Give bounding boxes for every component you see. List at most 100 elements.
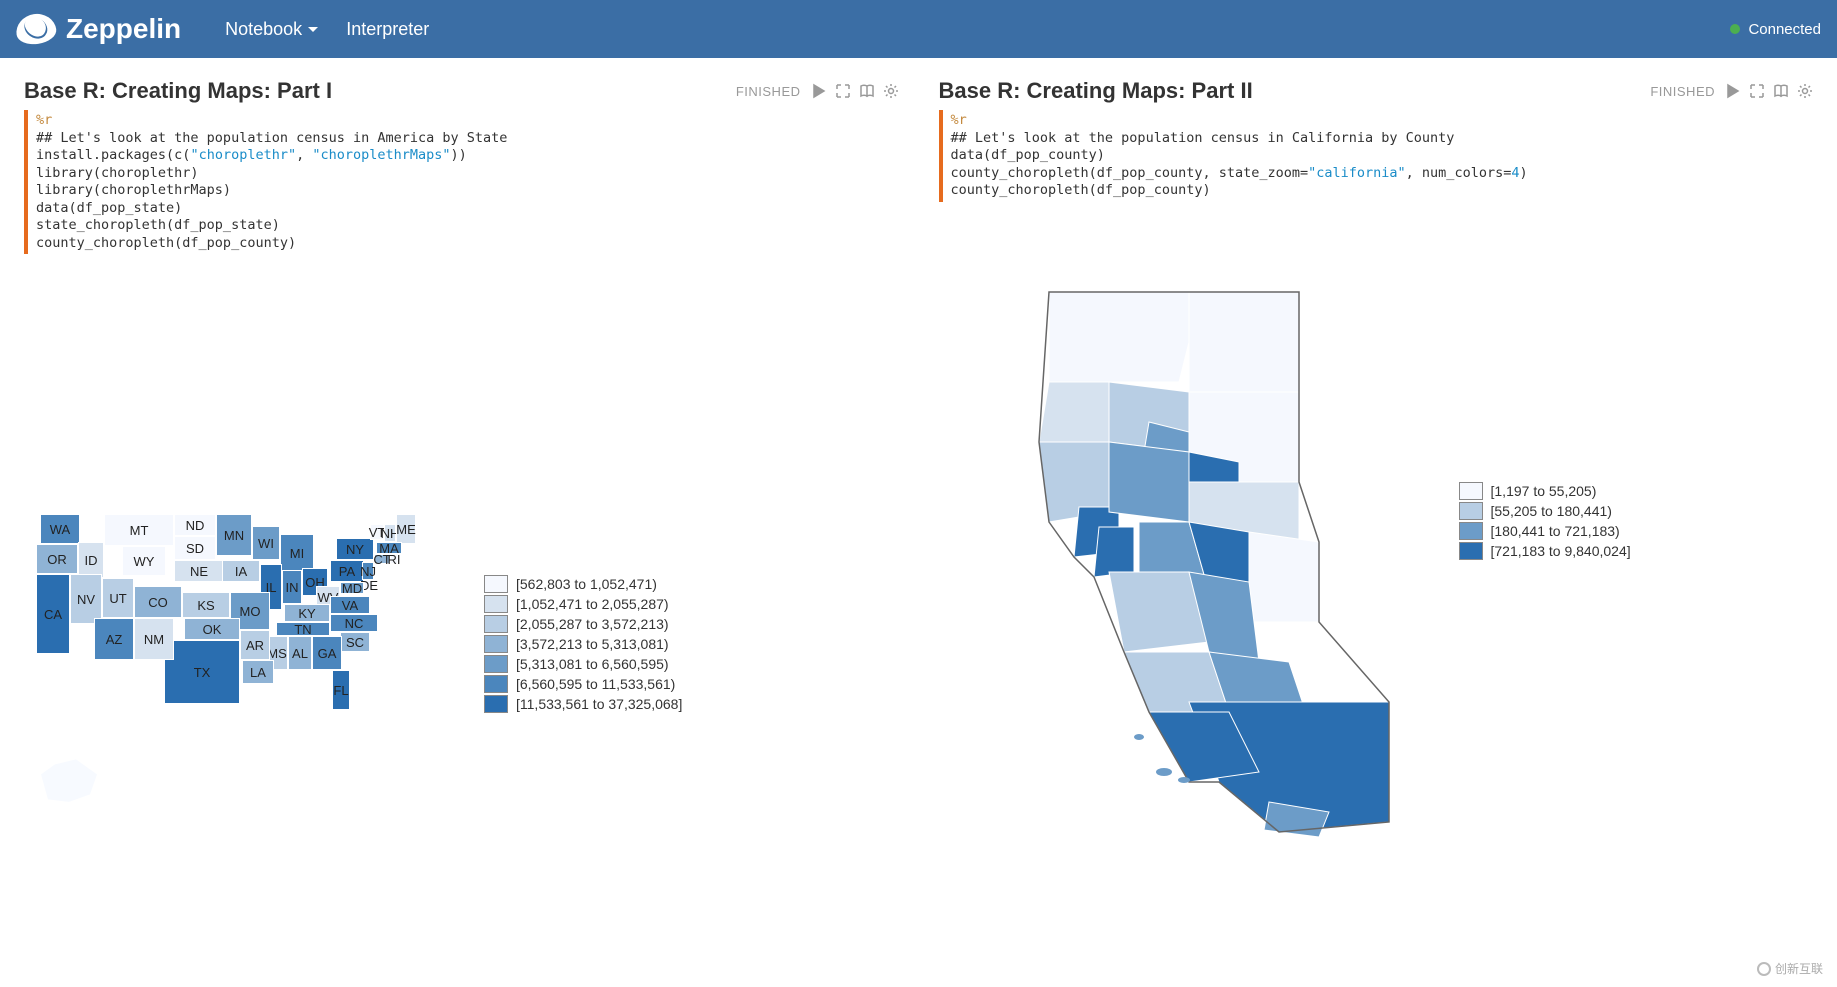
legend-swatch	[1459, 542, 1483, 560]
legend-swatch	[484, 695, 508, 713]
state-ky: KY	[284, 604, 330, 622]
legend-swatch	[484, 655, 508, 673]
paragraph-title: Base R: Creating Maps: Part II	[939, 78, 1651, 104]
code-block[interactable]: %r ## Let's look at the population censu…	[24, 110, 899, 254]
gear-icon[interactable]	[883, 83, 899, 99]
state-in: IN	[282, 570, 302, 604]
legend-label: [6,560,595 to 11,533,561)	[516, 676, 675, 692]
legend-label: [721,183 to 9,840,024]	[1491, 543, 1631, 559]
legend-label: [2,055,287 to 3,572,213)	[516, 616, 669, 632]
connection-label: Connected	[1748, 21, 1821, 38]
california-map	[949, 282, 1429, 842]
state-tn: TN	[276, 622, 330, 636]
legend-swatch	[484, 595, 508, 613]
legend-label: [1,197 to 55,205)	[1491, 483, 1597, 499]
state-wy: WY	[122, 546, 166, 576]
state-co: CO	[134, 586, 182, 618]
expand-icon[interactable]	[835, 83, 851, 99]
state-nd: ND	[174, 514, 216, 536]
paragraph-status: FINISHED	[736, 84, 801, 99]
state-wa: WA	[40, 514, 80, 544]
legend-row: [1,197 to 55,205)	[1459, 482, 1631, 500]
state-ny: NY	[336, 538, 374, 560]
watermark-text: 创新互联	[1775, 960, 1823, 977]
state-ne: NE	[174, 560, 224, 582]
watermark: 创新互联	[1751, 958, 1829, 979]
state-wi: WI	[252, 526, 280, 560]
status-dot-icon	[1730, 24, 1740, 34]
state-mi: MI	[280, 534, 314, 572]
expand-icon[interactable]	[1749, 83, 1765, 99]
legend-row: [55,205 to 180,441)	[1459, 502, 1631, 520]
legend-label: [1,052,471 to 2,055,287)	[516, 596, 669, 612]
state-tx: TX	[164, 640, 240, 704]
nav-notebook[interactable]: Notebook	[211, 9, 332, 50]
us-map: WAORIDMTWYNDSDNEMNIAWIMIILINOHPANYVTNHME…	[34, 514, 464, 774]
legend-row: [6,560,595 to 11,533,561)	[484, 675, 682, 693]
legend-label: [5,313,081 to 6,560,595)	[516, 656, 669, 672]
state-nc: NC	[330, 614, 378, 632]
state-or: OR	[36, 544, 78, 574]
legend-row: [11,533,561 to 37,325,068]	[484, 695, 682, 713]
california-svg	[949, 282, 1429, 842]
run-icon[interactable]	[1725, 83, 1741, 99]
connection-status: Connected	[1730, 21, 1821, 38]
legend-swatch	[1459, 502, 1483, 520]
legend-row: [2,055,287 to 3,572,213)	[484, 615, 682, 633]
state-va: VA	[330, 596, 370, 614]
brand-logo[interactable]: Zeppelin	[16, 13, 181, 45]
state-nm: NM	[134, 618, 174, 660]
state-ga: GA	[312, 636, 342, 670]
caret-down-icon	[308, 27, 318, 32]
brand-text: Zeppelin	[66, 13, 181, 45]
state-la: LA	[242, 660, 274, 684]
state-mn: MN	[216, 514, 252, 556]
code-block[interactable]: %r ## Let's look at the population censu…	[939, 110, 1814, 202]
legend-label: [3,572,213 to 5,313,081)	[516, 636, 669, 652]
legend-label: [562,803 to 1,052,471)	[516, 576, 657, 592]
run-icon[interactable]	[811, 83, 827, 99]
legend-label: [180,441 to 721,183)	[1491, 523, 1620, 539]
state-ri: RI	[390, 554, 398, 564]
state-ca: CA	[36, 574, 70, 654]
state-az: AZ	[94, 618, 134, 660]
navbar: Zeppelin Notebook Interpreter Connected	[0, 0, 1837, 58]
legend-row: [1,052,471 to 2,055,287)	[484, 595, 682, 613]
legend-row: [180,441 to 721,183)	[1459, 522, 1631, 540]
legend-swatch	[1459, 522, 1483, 540]
legend-swatch	[484, 675, 508, 693]
legend-label: [11,533,561 to 37,325,068]	[516, 696, 682, 712]
state-pa: PA	[330, 560, 364, 582]
zeppelin-icon	[14, 11, 58, 46]
nav-interpreter[interactable]: Interpreter	[332, 9, 443, 50]
paragraph-status: FINISHED	[1650, 84, 1715, 99]
state-ut: UT	[102, 578, 134, 618]
legend-row: [5,313,081 to 6,560,595)	[484, 655, 682, 673]
watermark-icon	[1757, 962, 1771, 976]
us-map-chart: WAORIDMTWYNDSDNEMNIAWIMIILINOHPANYVTNHME…	[24, 274, 899, 774]
nav-notebook-label: Notebook	[225, 19, 302, 40]
paragraph-part2: Base R: Creating Maps: Part II FINISHED …	[923, 70, 1830, 850]
state-ar: AR	[240, 630, 270, 660]
state-sd: SD	[174, 536, 216, 560]
state-nh: NH	[384, 524, 396, 542]
state-me: ME	[396, 514, 416, 544]
book-icon[interactable]	[1773, 83, 1789, 99]
legend-swatch	[484, 635, 508, 653]
paragraph-title: Base R: Creating Maps: Part I	[24, 78, 736, 104]
legend-swatch	[1459, 482, 1483, 500]
state-ia: IA	[222, 560, 260, 582]
state-ok: OK	[184, 618, 240, 640]
state-fl: FL	[332, 670, 350, 710]
gear-icon[interactable]	[1797, 83, 1813, 99]
state-mt: MT	[104, 514, 174, 546]
state-de: DE	[364, 580, 374, 590]
state-sc: SC	[340, 632, 370, 652]
book-icon[interactable]	[859, 83, 875, 99]
paragraph-part1: Base R: Creating Maps: Part I FINISHED %…	[8, 70, 915, 850]
legend-row: [721,183 to 9,840,024]	[1459, 542, 1631, 560]
notebook-content: Base R: Creating Maps: Part I FINISHED %…	[0, 58, 1837, 862]
ca-map-chart: [1,197 to 55,205) [55,205 to 180,441) [1…	[939, 222, 1814, 842]
state-al: AL	[288, 636, 312, 670]
ca-legend: [1,197 to 55,205) [55,205 to 180,441) [1…	[1459, 482, 1631, 560]
